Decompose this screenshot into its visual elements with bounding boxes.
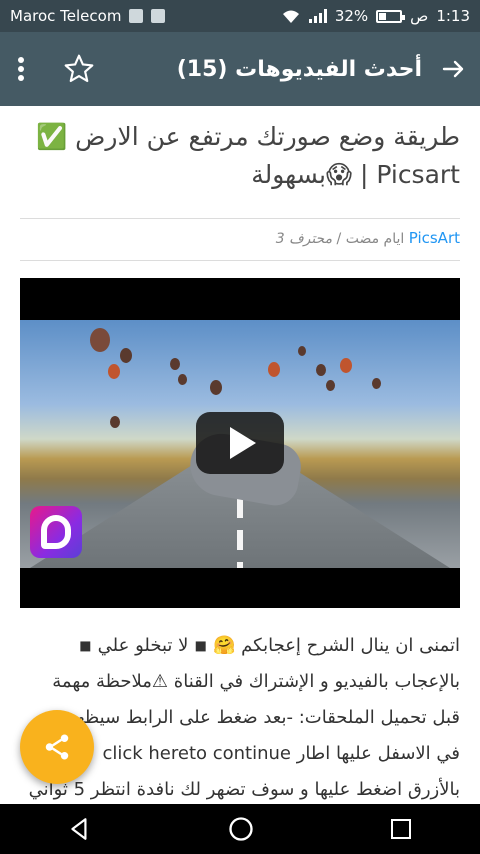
wifi-icon (282, 10, 299, 23)
home-nav-icon[interactable] (227, 815, 255, 843)
balloon (372, 378, 381, 389)
balloon (316, 364, 326, 376)
app-bar-title-group: أحدث الفيديوهات (15) (177, 57, 466, 82)
description-line: بالإعجاب بالفيديو و الإشتراك في القناة ⚠… (52, 671, 460, 692)
balloon (178, 374, 187, 385)
share-button[interactable] (20, 710, 94, 784)
page-title: أحدث الفيديوهات (15) (176, 56, 422, 82)
clock: 1:13 (436, 7, 470, 25)
author-link[interactable]: PicsArt (409, 229, 460, 247)
balloon (340, 358, 352, 373)
article-header: طريقة وضع صورتك مرتفع عن الارض ✅ Picsart… (20, 118, 460, 261)
video-description: اتمنى ان ينال الشرح إعجابكم 🤗 ◾ لا تبخلو… (20, 628, 460, 808)
divider (20, 260, 460, 261)
star-icon[interactable] (62, 53, 96, 85)
image-notification-icon (151, 9, 166, 23)
balloon (110, 416, 120, 428)
article-meta: PicsArt ايام مضت / محترف 3 (20, 219, 460, 260)
article-headline: طريقة وضع صورتك مرتفع عن الارض ✅ Picsart… (36, 122, 460, 189)
back-arrow-icon[interactable] (440, 57, 466, 81)
battery-icon (376, 9, 406, 23)
recents-nav-icon[interactable] (389, 817, 413, 841)
more-vert-icon[interactable] (16, 56, 26, 82)
picsart-logo (30, 506, 82, 558)
share-icon (45, 734, 69, 760)
status-bar: Maroc Telecom 32% ص 1:13 (0, 0, 480, 32)
back-nav-icon[interactable] (67, 816, 93, 842)
description-line: اتمنى ان ينال الشرح إعجابكم 🤗 ◾ لا تبخلو… (78, 635, 460, 656)
video-thumbnail[interactable] (20, 320, 460, 568)
status-right: 32% ص 1:13 (281, 7, 470, 25)
carrier-name: Maroc Telecom (10, 7, 122, 25)
play-icon (230, 427, 256, 459)
road-lane (237, 498, 243, 568)
play-button[interactable] (196, 412, 284, 474)
category-link[interactable]: محترف 3 (276, 231, 332, 247)
balloon (90, 328, 110, 352)
battery-percent: 32% (334, 7, 369, 25)
meta-separator: / (336, 231, 342, 247)
balloon (326, 380, 335, 391)
navigation-bar (0, 804, 480, 854)
balloon (268, 362, 280, 377)
balloon (108, 364, 120, 379)
app-bar-actions (16, 53, 96, 85)
time-ago: ايام مضت (345, 231, 405, 247)
status-left: Maroc Telecom (10, 7, 166, 25)
description-line: بالأزرق اضغط عليها و سوف تضهر لك نافدة ا… (28, 779, 460, 800)
balloon (298, 346, 306, 356)
app-bar: أحدث الفيديوهات (15) (0, 32, 480, 106)
balloon (170, 358, 180, 370)
balloon (210, 380, 222, 395)
time-suffix: ص (410, 7, 429, 25)
notification-icon (129, 9, 144, 23)
video-player[interactable] (20, 278, 460, 608)
signal-icon (308, 9, 327, 23)
balloon (120, 348, 132, 363)
